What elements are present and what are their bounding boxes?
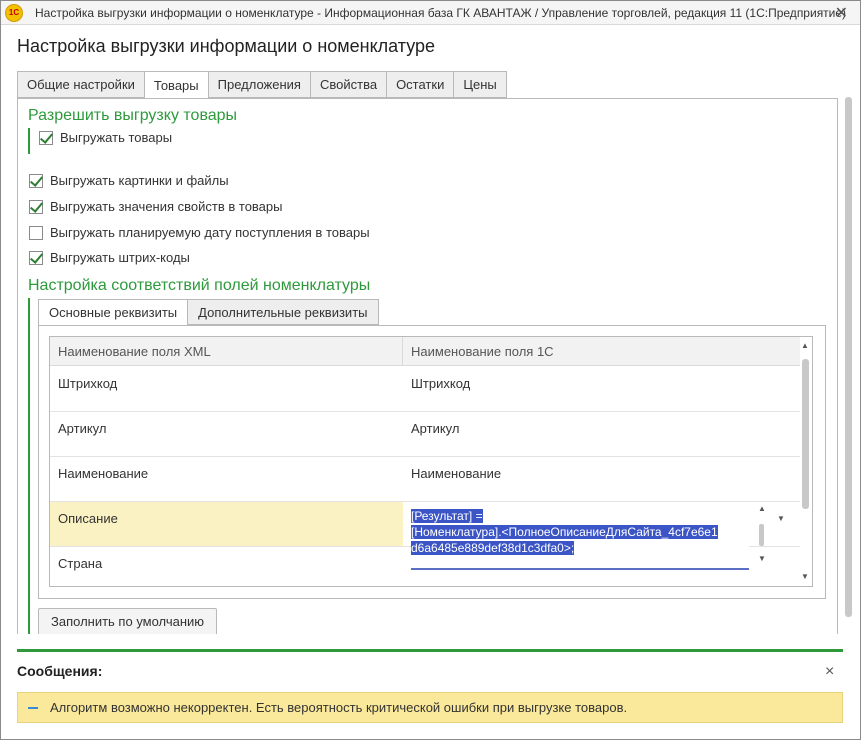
checkbox-label: Выгружать штрих-коды (50, 250, 190, 265)
checkbox-icon[interactable] (29, 225, 43, 240)
checkbox-label: Выгружать картинки и файлы (50, 173, 229, 188)
table-row[interactable]: Штрихкод Штрихкод (50, 367, 800, 412)
cell-xml[interactable]: Артикул (50, 412, 403, 456)
checkbox-icon[interactable] (29, 173, 43, 188)
scroll-up-icon[interactable]: ▲ (801, 341, 809, 350)
scroll-thumb[interactable] (802, 359, 809, 509)
checkbox-label: Выгружать товары (60, 130, 173, 145)
cell-1c[interactable] (403, 547, 800, 586)
mapping-table: Наименование поля XML Наименование поля … (49, 336, 813, 587)
title-bar: 1С Настройка выгрузки информации о номен… (1, 1, 860, 25)
checkbox-label: Выгружать значения свойств в товары (50, 199, 283, 214)
section-bar (28, 298, 30, 634)
checkbox-export-property-values[interactable]: Выгружать значения свойств в товары (29, 199, 283, 214)
app-window: 1С Настройка выгрузки информации о номен… (0, 0, 861, 740)
table-row-selected[interactable]: Описание [Результат] = [Номенклатура].<П… (50, 502, 800, 570)
message-item[interactable]: Алгоритм возможно некорректен. Есть веро… (17, 692, 843, 723)
checkbox-label: Выгружать планируемую дату поступления в… (50, 225, 370, 240)
tab-goods[interactable]: Товары (144, 71, 209, 99)
checkbox-export-goods[interactable]: Выгружать товары (39, 130, 172, 145)
checkbox-icon[interactable] (29, 250, 43, 265)
cell-xml[interactable]: Описание (50, 502, 403, 546)
tab-prices[interactable]: Цены (454, 71, 507, 98)
table-row[interactable]: Страна (50, 547, 800, 586)
message-dash-icon (28, 706, 38, 709)
editor-line: [Результат] = (411, 509, 483, 523)
message-text: Алгоритм возможно некорректен. Есть веро… (50, 700, 628, 715)
checkbox-export-barcodes[interactable]: Выгружать штрих-коды (29, 250, 190, 265)
checkbox-icon[interactable] (29, 199, 43, 214)
tab-additional-attributes[interactable]: Дополнительные реквизиты (188, 299, 379, 325)
section-title-field-mapping: Настройка соответствий полей номенклатур… (28, 277, 371, 294)
app-logo-icon: 1С (5, 3, 23, 22)
cell-1c[interactable]: Артикул (403, 412, 800, 456)
tab-stock[interactable]: Остатки (387, 71, 455, 98)
tab-general-settings[interactable]: Общие настройки (17, 71, 145, 98)
main-tabs: Общие настройки Товары Предложения Свойс… (17, 71, 507, 99)
cell-xml[interactable]: Штрихкод (50, 367, 403, 411)
form-scrollbar[interactable] (844, 93, 854, 633)
section-title-allow-export: Разрешить выгрузку товары (28, 107, 238, 124)
checkbox-export-planned-date[interactable]: Выгружать планируемую дату поступления в… (29, 225, 370, 240)
mapping-tabs: Основные реквизиты Дополнительные реквиз… (38, 299, 379, 326)
cell-xml[interactable]: Страна (50, 547, 403, 586)
checkbox-icon[interactable] (39, 130, 53, 145)
fill-default-button[interactable]: Заполнить по умолчанию (38, 608, 218, 634)
tab-offers[interactable]: Предложения (208, 71, 311, 98)
messages-close-icon[interactable]: × (825, 663, 834, 681)
cell-1c[interactable]: Штрихкод (403, 367, 800, 411)
editor-scroll-thumb[interactable] (759, 524, 764, 546)
cell-xml[interactable]: Наименование (50, 457, 403, 501)
scroll-down-icon[interactable]: ▼ (801, 572, 809, 581)
window-close-icon[interactable]: ✕ (835, 3, 848, 23)
tab-main-attributes[interactable]: Основные реквизиты (38, 299, 189, 326)
editor-line: [Номенклатура].<ПолноеОписаниеДляСайта_4… (411, 525, 718, 539)
scroll-thumb[interactable] (845, 97, 852, 617)
cell-1c[interactable]: Наименование (403, 457, 800, 501)
cell-1c-editor[interactable]: [Результат] = [Номенклатура].<ПолноеОпис… (403, 502, 800, 570)
form-title: Настройка выгрузки информации о номенкла… (17, 36, 436, 56)
table-row[interactable]: Артикул Артикул (50, 412, 800, 457)
column-header-1c[interactable]: Наименование поля 1С (403, 337, 800, 365)
table-row[interactable]: Наименование Наименование (50, 457, 800, 502)
table-header: Наименование поля XML Наименование поля … (50, 337, 800, 366)
column-header-xml[interactable]: Наименование поля XML (50, 337, 403, 365)
messages-separator (17, 649, 843, 652)
scroll-up-icon[interactable]: ▲ (758, 504, 766, 513)
window-title: Настройка выгрузки информации о номенкла… (35, 5, 847, 20)
dropdown-arrow-icon[interactable]: ▼ (777, 514, 785, 523)
section-bar (28, 128, 30, 154)
tab-properties[interactable]: Свойства (310, 71, 388, 98)
table-scrollbar[interactable]: ▲ ▼ (800, 339, 810, 584)
checkbox-export-images[interactable]: Выгружать картинки и файлы (29, 173, 229, 188)
messages-title: Сообщения: (17, 663, 103, 679)
